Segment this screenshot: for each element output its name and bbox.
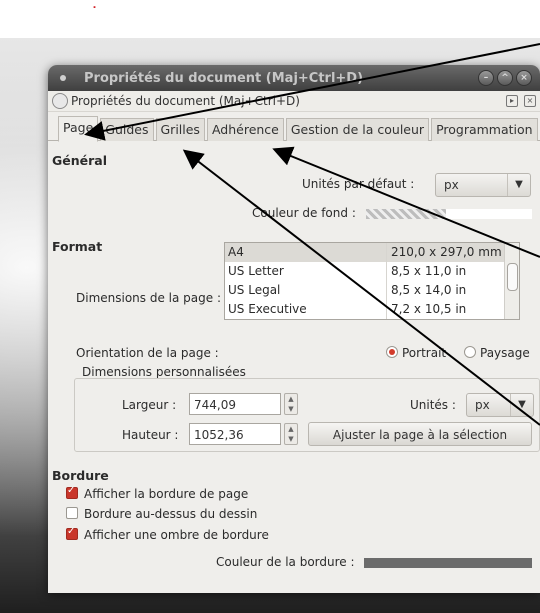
scrollbar-thumb[interactable] [507, 263, 518, 291]
chevron-down-icon: ▼ [507, 174, 530, 196]
dock-header: Propriétés du document (Maj+Ctrl+D) ▸ × [48, 91, 540, 112]
list-item[interactable]: US Letter 8,5 x 11,0 in [225, 262, 519, 281]
show-shadow-checkbox[interactable]: Afficher une ombre de bordure [66, 526, 269, 542]
checkbox-icon [66, 507, 78, 519]
gear-icon [52, 93, 68, 109]
border-color-swatch[interactable] [364, 558, 532, 568]
width-label: Largeur : [122, 398, 177, 412]
width-field[interactable]: 744,09 [189, 393, 281, 415]
default-units-select[interactable]: px ▼ [435, 173, 531, 197]
height-field[interactable]: 1052,36 [189, 423, 281, 445]
page-size-list[interactable]: A4 210,0 x 297,0 mm US Letter 8,5 x 11,0… [224, 242, 520, 320]
list-item[interactable]: A4 210,0 x 297,0 mm [225, 243, 519, 262]
maximize-icon[interactable]: ^ [497, 70, 513, 86]
minimize-icon[interactable]: – [478, 70, 494, 86]
fit-page-to-selection-button[interactable]: Ajuster la page à la sélection [308, 422, 532, 446]
units-label: Unités : [410, 398, 456, 412]
tab-scripting[interactable]: Programmation [431, 118, 538, 141]
border-color-label: Couleur de la bordure : [216, 555, 355, 569]
default-units-label: Unités par défaut : [302, 177, 415, 191]
format-section-title: Format [52, 239, 103, 254]
border-section-title: Bordure [52, 468, 109, 483]
width-stepper[interactable]: ▲ ▼ [284, 393, 298, 415]
background-color-label: Couleur de fond : [252, 206, 356, 220]
portrait-radio[interactable]: Portrait [386, 346, 446, 360]
dock-title: Propriétés du document (Maj+Ctrl+D) [71, 94, 300, 108]
dock-close-icon[interactable]: × [524, 95, 536, 107]
list-item[interactable]: US Legal 8,5 x 14,0 in [225, 281, 519, 300]
tab-bar: Page Guides Grilles Adhérence Gestion de… [48, 112, 540, 142]
dock-expand-icon[interactable]: ▸ [506, 95, 518, 107]
tab-guides[interactable]: Guides [100, 118, 154, 141]
tab-page[interactable]: Page [58, 116, 99, 142]
cropped-red-text: ˙ ˙ ˙ [90, 0, 174, 20]
tab-adherence[interactable]: Adhérence [206, 118, 284, 141]
tab-color-management[interactable]: Gestion de la couleur [285, 118, 430, 141]
orientation-label: Orientation de la page : [76, 346, 219, 360]
custom-size-title: Dimensions personnalisées [82, 365, 246, 379]
tab-grilles[interactable]: Grilles [155, 118, 205, 141]
window-titlebar[interactable]: Propriétés du document (Maj+Ctrl+D) – ^ … [48, 65, 540, 91]
background-color-swatch-alpha[interactable] [446, 209, 532, 219]
chevron-down-icon: ▼ [510, 394, 533, 416]
window-title: Propriétés du document (Maj+Ctrl+D) [84, 70, 364, 86]
checkbox-checked-icon [66, 485, 78, 499]
checkbox-checked-icon [66, 526, 78, 540]
window-menu-icon[interactable] [60, 75, 66, 81]
list-item[interactable]: US Executive 7,2 x 10,5 in [225, 300, 519, 319]
default-units-value: px [444, 178, 459, 192]
units-value: px [475, 398, 490, 412]
radio-selected-icon [386, 346, 398, 358]
radio-icon [464, 346, 476, 358]
document-properties-window: Propriétés du document (Maj+Ctrl+D) – ^ … [48, 65, 540, 593]
landscape-radio[interactable]: Paysage [464, 346, 530, 360]
units-select[interactable]: px ▼ [466, 393, 534, 417]
height-label: Hauteur : [122, 428, 179, 442]
height-stepper[interactable]: ▲ ▼ [284, 423, 298, 445]
list-scrollbar[interactable] [504, 243, 519, 319]
general-section-title: Général [52, 153, 107, 168]
show-border-checkbox[interactable]: Afficher la bordure de page [66, 485, 248, 501]
border-on-top-checkbox[interactable]: Bordure au-dessus du dessin [66, 507, 257, 521]
page-size-label: Dimensions de la page : [76, 291, 221, 305]
background-color-swatch[interactable] [366, 209, 446, 219]
close-icon[interactable]: × [516, 70, 532, 86]
